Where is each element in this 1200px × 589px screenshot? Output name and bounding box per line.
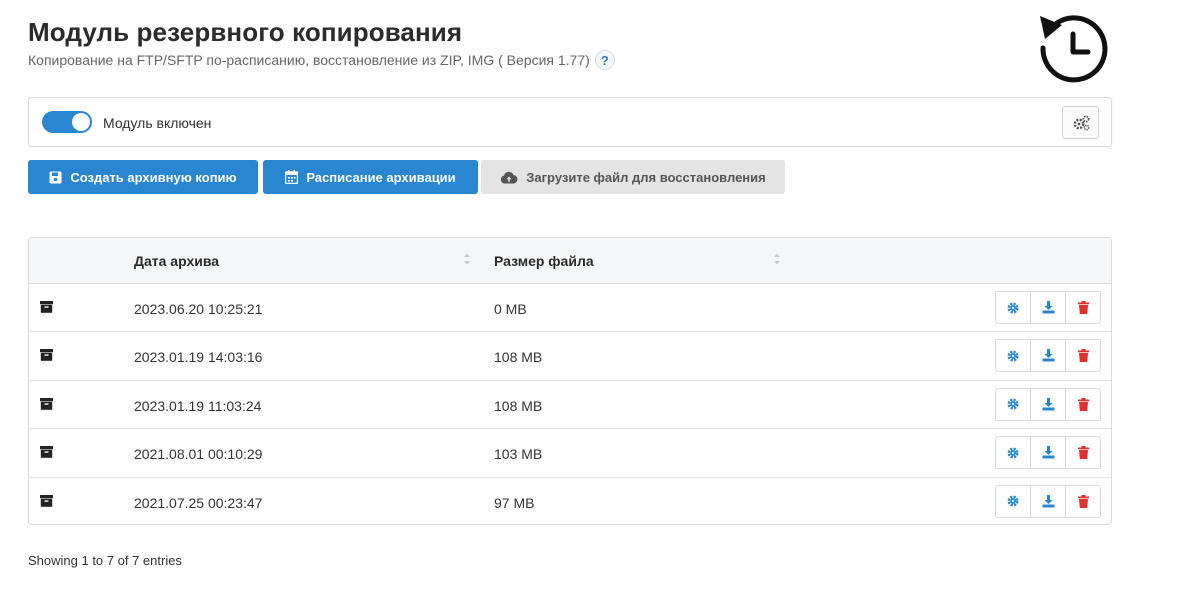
gear-icon [1007, 302, 1019, 313]
page-subtitle: Копирование на FTP/SFTP по-расписанию, в… [28, 50, 615, 70]
save-icon [49, 171, 62, 183]
archive-download-button[interactable] [1030, 484, 1066, 518]
archive-delete-button[interactable] [1065, 387, 1101, 421]
table-row: 2023.06.20 10:25:21 0 MB [29, 284, 1111, 333]
module-panel: Модуль включен [28, 97, 1112, 147]
sort-icon[interactable] [773, 252, 781, 266]
archive-settings-button[interactable] [995, 484, 1031, 518]
gear-icon [1007, 447, 1019, 459]
row-actions [995, 387, 1101, 421]
gear-icon [1007, 495, 1019, 507]
download-icon [1042, 494, 1054, 508]
archive-size: 0 MB [494, 301, 527, 317]
table-row: 2023.01.19 11:03:24 108 MB [29, 381, 1111, 430]
row-actions [995, 339, 1101, 373]
table-body: 2023.06.20 10:25:21 0 MB 2023.01.19 14:0… [29, 284, 1111, 524]
archive-size: 97 MB [494, 494, 535, 511]
archive-download-button[interactable] [1030, 291, 1066, 324]
row-actions [995, 484, 1101, 518]
archive-size: 103 MB [494, 446, 543, 463]
settings-button[interactable] [1062, 106, 1099, 139]
trash-icon [1077, 494, 1089, 508]
download-icon [1042, 446, 1054, 459]
archive-download-button[interactable] [1030, 387, 1066, 421]
archive-date: 2021.07.25 00:23:47 [134, 494, 263, 511]
archive-settings-button[interactable] [995, 436, 1031, 470]
gear-icon [1007, 398, 1019, 410]
calendar-icon [285, 170, 299, 184]
archive-icon [40, 446, 53, 458]
history-icon [1040, 15, 1108, 83]
help-button[interactable]: ? [594, 50, 615, 70]
column-header-size[interactable]: Размер файла [494, 253, 594, 269]
download-icon [1042, 397, 1054, 411]
column-header-date[interactable]: Дата архива [134, 253, 219, 269]
archive-delete-button[interactable] [1065, 436, 1101, 470]
upload-restore-label: Загрузите файл для восстановления [526, 169, 766, 185]
subtitle-text: Копирование на FTP/SFTP по-расписанию, в… [28, 52, 590, 68]
schedule-button[interactable]: Расписание архивации [263, 160, 478, 194]
sort-icon[interactable] [463, 252, 471, 266]
download-icon [1042, 349, 1054, 362]
archive-download-button[interactable] [1030, 339, 1066, 373]
table-header: Дата архива Размер файла [29, 238, 1111, 284]
table-info: Showing 1 to 7 of 7 entries [28, 553, 182, 568]
archives-table: Дата архива Размер файла 2023.06.20 10:2… [28, 237, 1112, 525]
archive-icon [40, 301, 53, 313]
archive-date: 2023.06.20 10:25:21 [134, 301, 263, 317]
download-icon [1042, 301, 1054, 314]
archive-icon [40, 494, 53, 507]
archive-settings-button[interactable] [995, 291, 1031, 324]
archive-date: 2023.01.19 14:03:16 [134, 349, 263, 366]
create-backup-label: Создать архивную копию [70, 169, 237, 185]
create-backup-button[interactable]: Создать архивную копию [28, 160, 258, 194]
archive-delete-button[interactable] [1065, 339, 1101, 373]
upload-restore-button[interactable]: Загрузите файл для восстановления [481, 160, 785, 194]
table-row: 2021.08.01 00:10:29 103 MB [29, 429, 1111, 478]
module-toggle-label: Модуль включен [103, 115, 212, 131]
toggle-knob [72, 113, 90, 131]
row-actions [995, 436, 1101, 470]
archive-size: 108 MB [494, 397, 543, 414]
archive-settings-button[interactable] [995, 387, 1031, 421]
trash-icon [1077, 349, 1089, 363]
cloud-upload-icon [501, 171, 518, 183]
archive-icon [40, 397, 53, 410]
archive-delete-button[interactable] [1065, 291, 1101, 324]
schedule-label: Расписание архивации [306, 169, 456, 185]
archive-size: 108 MB [494, 349, 543, 366]
table-row: 2023.01.19 14:03:16 108 MB [29, 332, 1111, 381]
archive-delete-button[interactable] [1065, 484, 1101, 518]
gears-icon [1073, 115, 1090, 131]
table-row: 2021.07.25 00:23:47 97 MB [29, 478, 1111, 524]
trash-icon [1077, 301, 1089, 314]
gear-icon [1007, 350, 1019, 362]
archive-settings-button[interactable] [995, 339, 1031, 373]
archive-download-button[interactable] [1030, 436, 1066, 470]
row-actions [995, 291, 1101, 324]
archive-date: 2023.01.19 11:03:24 [134, 397, 262, 414]
module-toggle[interactable] [42, 111, 92, 133]
page-title: Модуль резервного копирования [28, 17, 463, 47]
trash-icon [1077, 397, 1089, 411]
archive-date: 2021.08.01 00:10:29 [134, 446, 263, 463]
archive-icon [40, 349, 53, 362]
trash-icon [1077, 446, 1089, 460]
